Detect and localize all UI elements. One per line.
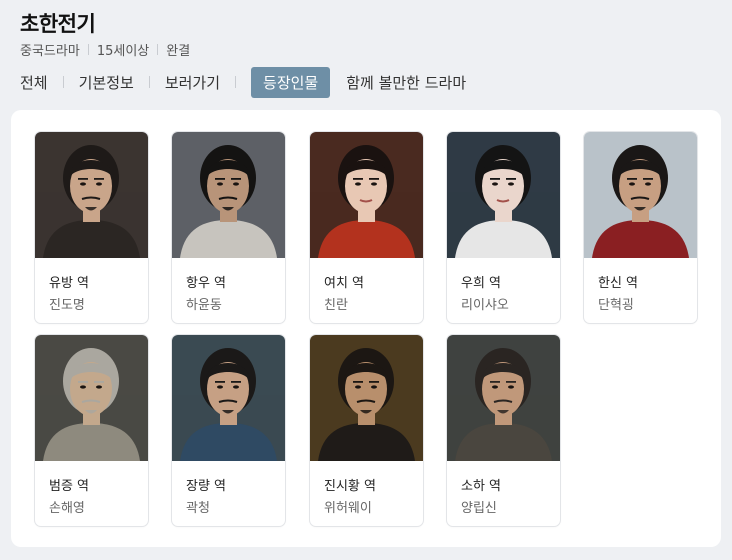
cast-actor-name: 진도명 xyxy=(49,298,85,313)
divider xyxy=(62,76,64,88)
page-title: 초한전기 xyxy=(20,12,96,36)
cast-card[interactable]: 진시황 역위허웨이 xyxy=(310,335,423,526)
cast-card[interactable]: 한신 역단혁굉 xyxy=(584,132,697,323)
cast-card[interactable]: 항우 역하윤동 xyxy=(172,132,285,323)
tab-cast[interactable]: 등장인물 xyxy=(251,66,331,98)
tab-bar: 전체 기본정보 보러가기 등장인물 함께 볼만한 드라마 xyxy=(20,66,466,98)
actor-photo xyxy=(447,132,560,258)
cast-actor-name: 리이샤오 xyxy=(461,298,509,313)
cast-role: 유방 역 xyxy=(49,276,90,291)
cast-actor-name: 위허웨이 xyxy=(324,501,372,516)
cast-role: 범증 역 xyxy=(49,479,90,494)
cast-card[interactable]: 범증 역손해영 xyxy=(35,335,148,526)
cast-role: 한신 역 xyxy=(598,276,639,291)
actor-photo xyxy=(310,132,423,258)
cast-role: 항우 역 xyxy=(186,276,227,291)
meta-rating: 15세이상 xyxy=(96,44,150,59)
cast-card[interactable]: 여치 역친란 xyxy=(310,132,423,323)
cast-actor-name: 단혁굉 xyxy=(598,298,634,313)
divider xyxy=(87,44,89,55)
meta-genre: 중국드라마 xyxy=(20,44,80,59)
tab-all[interactable]: 전체 xyxy=(20,72,48,93)
cast-role: 장량 역 xyxy=(186,479,227,494)
actor-photo xyxy=(172,132,285,258)
actor-photo xyxy=(35,335,148,461)
cast-role: 진시황 역 xyxy=(324,479,376,494)
divider xyxy=(148,76,150,88)
divider xyxy=(235,76,237,88)
meta-status: 완결 xyxy=(166,44,191,59)
cast-actor-name: 친란 xyxy=(324,298,348,313)
tab-recommended[interactable]: 함께 볼만한 드라마 xyxy=(346,72,466,93)
meta-info: 중국드라마 15세이상 완결 xyxy=(20,40,190,59)
actor-photo xyxy=(310,335,423,461)
cast-card[interactable]: 우희 역리이샤오 xyxy=(447,132,560,323)
actor-photo xyxy=(172,335,285,461)
cast-card[interactable]: 장량 역곽청 xyxy=(172,335,285,526)
cast-actor-name: 손해영 xyxy=(49,501,85,516)
cast-card[interactable]: 소하 역양립신 xyxy=(447,335,560,526)
tab-basic-info[interactable]: 기본정보 xyxy=(79,72,134,93)
actor-photo xyxy=(35,132,148,258)
actor-photo xyxy=(584,132,697,258)
cast-actor-name: 하윤동 xyxy=(186,298,222,313)
cast-role: 여치 역 xyxy=(324,276,365,291)
cast-role: 우희 역 xyxy=(461,276,502,291)
cast-actor-name: 양립신 xyxy=(461,501,497,516)
cast-panel: 유방 역 진도명 항우 역 하윤동 여치 역 친란 우희 역 리이샤오 한신 역 단혁굉 범증 역손… xyxy=(11,110,721,547)
divider xyxy=(157,44,159,55)
cast-role: 소하 역 xyxy=(461,479,502,494)
tab-watch[interactable]: 보러가기 xyxy=(165,72,220,93)
cast-card[interactable]: 유방 역진도명 xyxy=(35,132,148,323)
actor-photo xyxy=(447,335,560,461)
cast-actor-name: 곽청 xyxy=(186,501,210,516)
